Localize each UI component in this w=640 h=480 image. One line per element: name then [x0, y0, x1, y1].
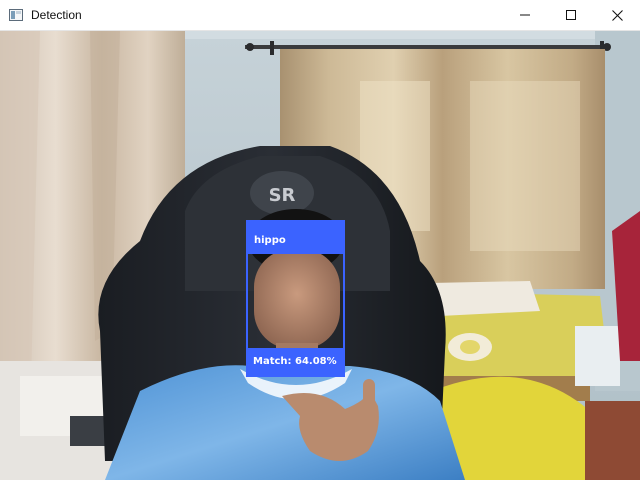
svg-text:SR: SR — [269, 185, 296, 206]
close-button[interactable] — [594, 0, 640, 30]
detection-window: Detection SR hippo Match: 64.08% — [0, 0, 640, 480]
window-title: Detection — [31, 8, 82, 22]
maximize-button[interactable] — [548, 0, 594, 30]
detected-name: hippo — [254, 235, 286, 246]
minimize-icon — [520, 14, 530, 16]
maximize-icon — [566, 10, 576, 20]
close-icon — [611, 9, 623, 21]
app-window-icon — [9, 9, 23, 21]
match-score-label: Match: 64.08% — [246, 348, 345, 377]
title-bar[interactable]: Detection — [0, 0, 640, 31]
match-score: Match: 64.08% — [253, 356, 337, 367]
face-detection-box: hippo Match: 64.08% — [246, 220, 345, 377]
camera-feed: SR hippo Match: 64.08% — [0, 31, 640, 480]
minimize-button[interactable] — [502, 0, 548, 30]
detection-name-label: hippo — [246, 220, 345, 254]
